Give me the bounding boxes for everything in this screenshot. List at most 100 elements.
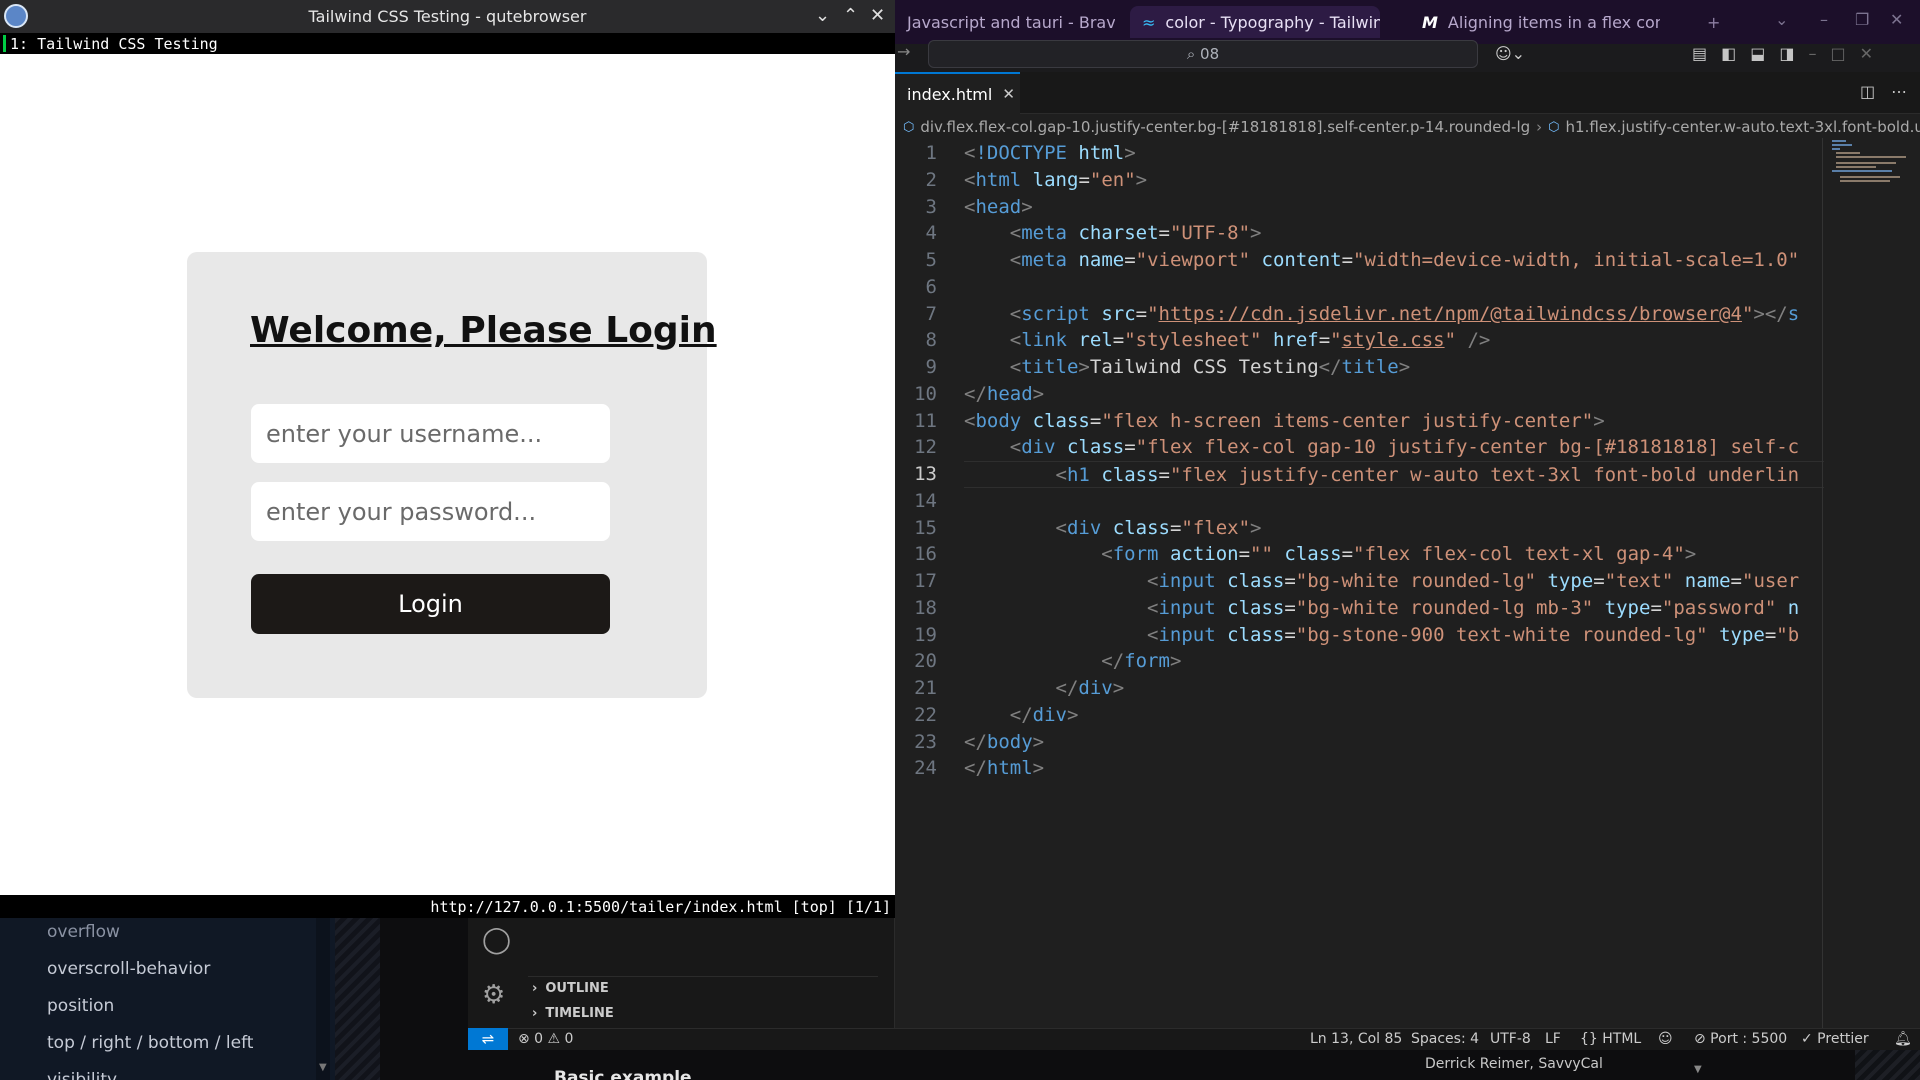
- bg-tab-brave-search[interactable]: Javascript and tauri - Brave Sear: [895, 6, 1115, 38]
- copilot-icon[interactable]: ☺⌄: [1495, 44, 1525, 63]
- docs-item-overscroll[interactable]: overscroll-behavior: [47, 959, 210, 979]
- line-number: 11: [914, 409, 937, 432]
- docs-scrollbar[interactable]: ▼: [316, 918, 330, 1080]
- minimize-icon[interactable]: –: [1820, 10, 1828, 29]
- docs-item-position[interactable]: position: [47, 996, 114, 1016]
- split-editor-icon[interactable]: ◫: [1860, 82, 1875, 101]
- editor-scrollbar[interactable]: [1822, 138, 1823, 1028]
- command-center-search[interactable]: ⌕ 08: [928, 40, 1478, 68]
- remote-indicator-icon[interactable]: ⇌: [468, 1028, 508, 1050]
- new-tab-button[interactable]: +: [1695, 6, 1725, 38]
- customize-layout-icon[interactable]: ▤: [1692, 44, 1707, 63]
- line-number: 9: [925, 356, 937, 378]
- settings-gear-icon[interactable]: ⚙: [482, 980, 505, 1010]
- code-line: <!DOCTYPE html>: [964, 142, 1136, 164]
- outline-label: OUTLINE: [545, 981, 609, 996]
- line-number: 19: [914, 623, 937, 646]
- restore-icon[interactable]: ❐: [1855, 10, 1869, 29]
- maximize-icon[interactable]: □: [1831, 44, 1846, 63]
- timeline-section[interactable]: › TIMELINE: [532, 1006, 614, 1021]
- close-icon[interactable]: ✕: [870, 5, 885, 26]
- breadcrumb: ⬡ div.flex.flex-col.gap-10.justify-cente…: [895, 116, 1920, 138]
- docs-item-visibility[interactable]: visibility: [47, 1070, 117, 1080]
- qutebrowser-tabbar: 1: Tailwind CSS Testing: [0, 33, 895, 54]
- live-server-port[interactable]: ⊘ Port : 5500: [1694, 1031, 1787, 1047]
- chevron-right-icon: ›: [532, 1006, 538, 1021]
- prettier-status[interactable]: ✓ Prettier: [1801, 1031, 1869, 1047]
- docs-divider-stripes: [335, 918, 380, 1080]
- code-line: <head>: [964, 195, 1033, 218]
- status-url: http://127.0.0.1:5500/tailer/index.html …: [430, 897, 891, 916]
- copilot-icon[interactable]: ☺: [1658, 1031, 1673, 1047]
- breadcrumb-item[interactable]: div.flex.flex-col.gap-10.justify-center.…: [920, 118, 1530, 136]
- docs-item-inset[interactable]: top / right / bottom / left: [47, 1033, 253, 1053]
- minimap[interactable]: [1830, 138, 1910, 188]
- minimize-icon[interactable]: –: [1809, 44, 1817, 63]
- code-line: </form>: [1101, 650, 1182, 673]
- line-number: 22: [914, 703, 937, 726]
- bg-tab-typography[interactable]: ≈ color - Typography - Tailwin ✕: [1130, 6, 1380, 38]
- indentation[interactable]: Spaces: 4: [1411, 1031, 1479, 1047]
- account-icon[interactable]: ◯: [482, 925, 511, 955]
- chevron-down-icon[interactable]: ⌄: [815, 5, 830, 26]
- bg-tab-flex-align[interactable]: M Aligning items in a flex containe: [1410, 6, 1660, 38]
- toggle-sidebar-icon[interactable]: ◧: [1721, 44, 1736, 63]
- notifications-bell-icon[interactable]: 🔔︎: [1894, 1031, 1912, 1047]
- chevron-up-icon[interactable]: ⌃: [843, 5, 858, 26]
- qutebrowser-titlebar: Tailwind CSS Testing - qutebrowser: [0, 0, 895, 33]
- chevron-down-icon[interactable]: ▼: [1694, 1064, 1702, 1075]
- line-number: 24: [914, 757, 937, 780]
- docs-item-overflow[interactable]: overflow: [47, 922, 120, 942]
- code-line: <input class="bg-white rounded-lg" type=…: [1147, 570, 1800, 592]
- tailwind-icon: ≈: [1142, 12, 1156, 32]
- status-bar: ⊗ 0 ⚠ 0 Ln 13, Col 85 Spaces: 4 UTF-8 LF…: [468, 1028, 1920, 1050]
- line-number: 5: [925, 249, 937, 271]
- end-of-line[interactable]: LF: [1545, 1031, 1561, 1047]
- line-number: 14: [914, 489, 937, 512]
- breadcrumb-item[interactable]: h1.flex.justify-center.w-auto.text-3xl.f…: [1566, 118, 1920, 136]
- docs-sidebar: overflow overscroll-behavior position to…: [0, 918, 335, 1080]
- background-browser-tabbar: Javascript and tauri - Brave Sear ≈ colo…: [895, 0, 1920, 44]
- code-line-current: <h1 class="flex justify-center w-auto te…: [964, 461, 1824, 488]
- line-number: 18: [914, 596, 937, 619]
- chevron-down-icon[interactable]: ⌄: [1775, 10, 1788, 29]
- testimonial-author: Derrick Reimer, SavvyCal: [1425, 1056, 1603, 1072]
- code-line: <body class="flex h-screen items-center …: [964, 409, 1605, 432]
- code-line: <link rel="stylesheet" href="style.css" …: [1009, 329, 1491, 352]
- toggle-secondary-sidebar-icon[interactable]: ◨: [1779, 44, 1794, 63]
- close-icon[interactable]: ✕: [1002, 85, 1015, 103]
- close-icon[interactable]: ✕: [1890, 10, 1903, 29]
- login-button[interactable]: Login: [251, 574, 610, 634]
- chevron-right-icon: ›: [532, 981, 538, 996]
- line-number: 20: [914, 650, 937, 673]
- code-line: <meta name="viewport" content="width=dev…: [1009, 249, 1800, 271]
- toggle-panel-icon[interactable]: ⬓: [1750, 44, 1765, 63]
- language-mode[interactable]: {} HTML: [1580, 1031, 1641, 1047]
- editor-tab-index-html[interactable]: index.html ✕: [895, 72, 1020, 114]
- docs-heading-basic-example: Basic example: [554, 1068, 692, 1080]
- encoding[interactable]: UTF-8: [1490, 1031, 1531, 1047]
- line-number: 21: [914, 677, 937, 699]
- line-number: 6: [925, 275, 937, 298]
- problems-indicator[interactable]: ⊗ 0 ⚠ 0: [518, 1031, 573, 1047]
- line-number: 13: [914, 463, 937, 485]
- line-number: 7: [925, 302, 937, 325]
- code-editor-text[interactable]: <!DOCTYPE html> <html lang="en"> <head> …: [964, 140, 1824, 782]
- line-number: 16: [914, 543, 937, 566]
- line-number: 23: [914, 730, 937, 753]
- line-number: 3: [925, 195, 937, 218]
- chevron-down-icon[interactable]: ▼: [319, 1062, 327, 1073]
- line-number-gutter: 1 2 3 4 5 6 7 8 9 10 11 12 13 14 15 16 17 18 19 20 21 22 23 24: [895, 140, 937, 782]
- close-icon[interactable]: ✕: [1860, 44, 1873, 63]
- outline-section[interactable]: › OUTLINE: [532, 981, 609, 996]
- password-input[interactable]: [251, 482, 610, 541]
- more-actions-icon[interactable]: ⋯: [1891, 82, 1907, 101]
- code-line: <form action="" class="flex flex-col tex…: [1101, 543, 1697, 566]
- arrow-right-icon[interactable]: →: [897, 42, 910, 61]
- qb-tab-label[interactable]: 1: Tailwind CSS Testing: [10, 35, 218, 53]
- username-input[interactable]: [251, 404, 610, 463]
- cursor-position[interactable]: Ln 13, Col 85: [1310, 1031, 1402, 1047]
- element-icon: ⬡: [903, 119, 915, 135]
